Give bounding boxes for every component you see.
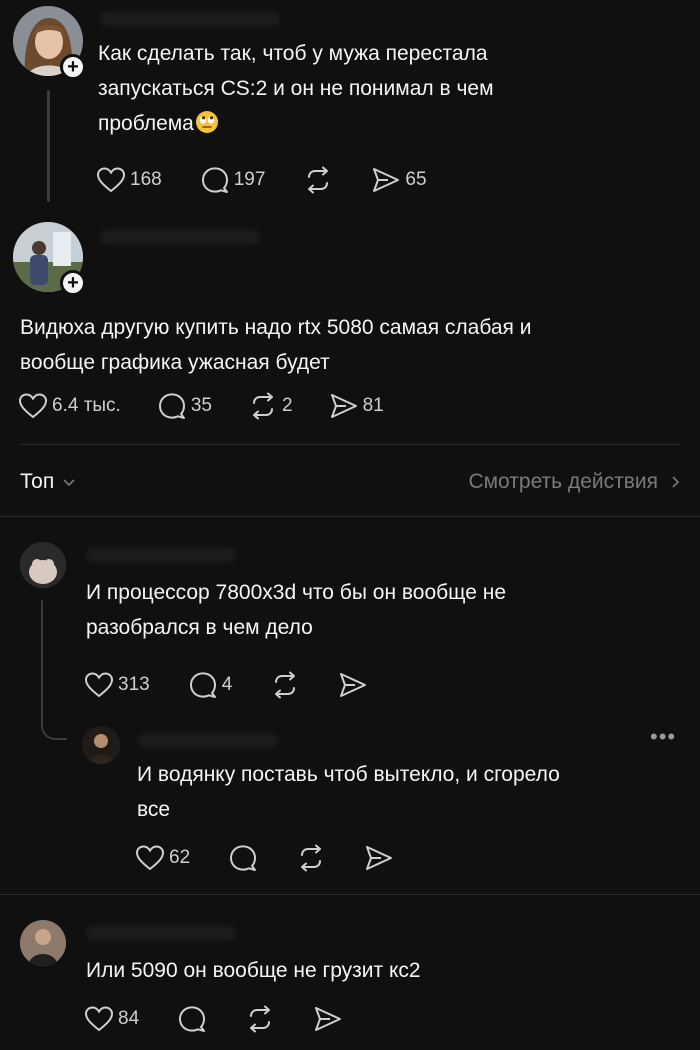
chevron-right-icon — [672, 476, 680, 488]
reply-count: 35 — [190, 395, 212, 416]
like-count: 84 — [118, 1008, 140, 1029]
comment-text: И процессор 7800х3d что бы он вообще не … — [86, 575, 686, 645]
post-author-name[interactable] — [100, 12, 280, 26]
view-activity-label: Смотреть действия — [468, 470, 658, 493]
post-text: Как сделать так, чтоб у мужа перестала з… — [98, 36, 688, 141]
divider — [0, 516, 700, 517]
reply-text: Видюха другую купить надо rtx 5080 самая… — [20, 310, 690, 380]
like-button[interactable]: 84 — [84, 1005, 139, 1033]
reply-count: 197 — [233, 169, 266, 190]
comment-actions: 313 4 — [84, 671, 368, 699]
like-count: 313 — [118, 674, 150, 695]
reply-text-line: Видюха другую купить надо rtx 5080 самая… — [20, 316, 532, 339]
comment-actions: 62 — [135, 844, 394, 872]
repost-icon — [252, 392, 273, 420]
chevron-down-icon — [63, 479, 75, 487]
reply-actions: 6.4 тыс. 35 2 81 — [18, 392, 384, 420]
repost-button[interactable] — [270, 671, 300, 699]
follow-plus-icon[interactable]: + — [60, 270, 86, 296]
send-icon — [330, 394, 357, 418]
heart-icon — [96, 167, 126, 193]
send-icon — [366, 846, 393, 870]
rolling-eyes-emoji-icon — [195, 111, 218, 133]
more-options-button[interactable]: ••• — [650, 724, 676, 750]
follow-plus-icon[interactable]: + — [60, 54, 86, 80]
comment-author-avatar[interactable] — [20, 542, 66, 588]
like-count: 62 — [169, 847, 191, 868]
share-button[interactable] — [313, 1005, 343, 1033]
share-button[interactable]: 81 — [329, 392, 384, 420]
send-icon — [340, 673, 367, 697]
like-count: 6.4 тыс. — [52, 395, 121, 416]
repost-button[interactable] — [296, 844, 326, 872]
comment-text: И водянку поставь чтоб вытекло, и сгорел… — [137, 757, 677, 827]
post-text-line: Как сделать так, чтоб у мужа перестала — [98, 42, 488, 65]
comment-text-line: разобрался в чем дело — [86, 616, 313, 639]
sort-dropdown[interactable]: Топ — [20, 470, 76, 494]
comment-text: Или 5090 он вообще не грузит кс2 — [86, 953, 686, 988]
post-actions: 168 197 65 — [96, 166, 427, 194]
comment-author-name[interactable] — [86, 926, 236, 940]
divider — [20, 444, 680, 445]
repost-button[interactable] — [245, 1005, 275, 1033]
comment-text-line: И процессор 7800х3d что бы он вообще не — [86, 581, 507, 604]
share-button[interactable] — [338, 671, 368, 699]
like-button[interactable]: 168 — [96, 166, 162, 194]
reply-text-line: вообще графика ужасная будет — [20, 351, 330, 374]
post-text-line: проблема — [98, 106, 688, 141]
heart-icon — [84, 1006, 114, 1032]
comment-text-line: И водянку поставь чтоб вытекло, и сгорел… — [137, 763, 560, 786]
repost-count: 2 — [281, 395, 293, 416]
reply-button[interactable]: 35 — [157, 392, 212, 420]
heart-icon — [84, 672, 114, 698]
like-button[interactable]: 313 — [84, 671, 150, 699]
repost-button[interactable]: 2 — [248, 392, 293, 420]
comment-icon — [179, 1006, 206, 1032]
post-text-line: запускаться CS:2 и он не понимал в чем — [98, 77, 494, 100]
like-button[interactable]: 6.4 тыс. — [18, 392, 121, 420]
reply-author-name[interactable] — [100, 230, 260, 244]
reply-button[interactable] — [177, 1005, 207, 1033]
repost-icon — [250, 1005, 271, 1033]
comment-author-name[interactable] — [138, 734, 278, 748]
comment-icon — [230, 845, 257, 871]
share-button[interactable]: 65 — [371, 166, 427, 194]
sort-label: Топ — [20, 470, 55, 493]
divider — [0, 894, 700, 895]
comment-icon — [158, 393, 185, 419]
view-activity-link[interactable]: Смотреть действия — [468, 470, 680, 494]
repost-button[interactable] — [303, 166, 333, 194]
reply-button[interactable] — [228, 844, 258, 872]
heart-icon — [135, 845, 165, 871]
repost-icon — [301, 844, 322, 872]
reply-button[interactable]: 197 — [200, 166, 266, 194]
comment-icon — [189, 672, 216, 698]
share-count: 65 — [405, 169, 427, 190]
share-count: 81 — [362, 395, 384, 416]
like-count: 168 — [130, 169, 162, 190]
comment-author-avatar[interactable] — [20, 920, 66, 966]
comment-text-line: Или 5090 он вообще не грузит кс2 — [86, 959, 421, 982]
thread-connector-curve — [41, 708, 67, 740]
comment-text-line: все — [137, 798, 171, 821]
comment-author-name[interactable] — [86, 548, 236, 562]
send-icon — [373, 168, 400, 192]
thread-connector-line — [47, 90, 50, 202]
sort-row: Топ Смотреть действия — [20, 462, 680, 502]
heart-icon — [18, 393, 48, 419]
comment-actions: 84 — [84, 1005, 343, 1033]
share-button[interactable] — [364, 844, 394, 872]
send-icon — [315, 1007, 342, 1031]
thread-page: + Как сделать так, чтоб у мужа перестала… — [0, 0, 700, 1050]
like-button[interactable]: 62 — [135, 844, 190, 872]
reply-button[interactable]: 4 — [188, 671, 233, 699]
repost-icon — [308, 166, 329, 194]
comment-author-avatar[interactable] — [82, 726, 120, 764]
reply-count: 4 — [221, 674, 233, 695]
repost-icon — [275, 671, 296, 699]
comment-icon — [201, 167, 228, 193]
